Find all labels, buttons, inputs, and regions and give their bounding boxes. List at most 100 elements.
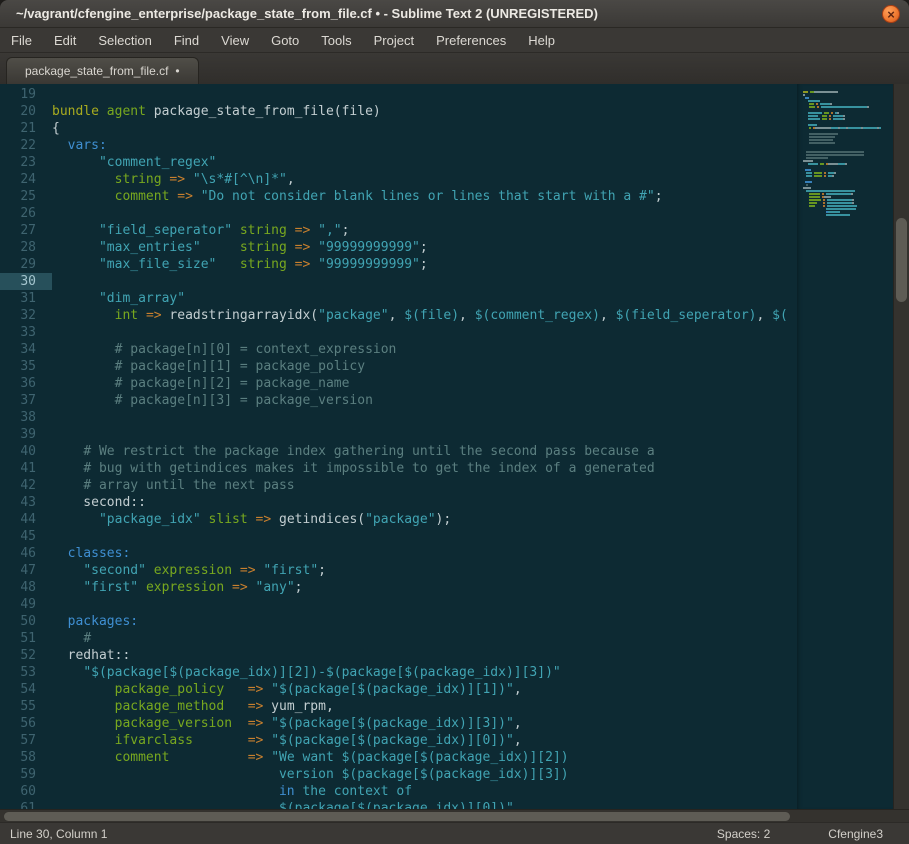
code-line-29[interactable]: 29 "max_file_size" string => "9999999999… <box>0 256 797 273</box>
code-line-54[interactable]: 54 package_policy => "$(package[$(packag… <box>0 681 797 698</box>
code-line-24[interactable]: 24 string => "\s*#[^\n]*", <box>0 171 797 188</box>
code-line-38[interactable]: 38 <box>0 409 797 426</box>
menu-selection[interactable]: Selection <box>87 28 162 52</box>
code-line-37[interactable]: 37 # package[n][3] = package_version <box>0 392 797 409</box>
tab-package-state-from-file[interactable]: package_state_from_file.cf • <box>6 57 199 84</box>
line-number: 56 <box>0 715 52 732</box>
line-number: 41 <box>0 460 52 477</box>
code-line-text: classes: <box>52 545 130 562</box>
code-line-30[interactable]: 30 <box>0 273 797 290</box>
code-line-48[interactable]: 48 "first" expression => "any"; <box>0 579 797 596</box>
code-line-19[interactable]: 19 <box>0 86 797 103</box>
menu-edit[interactable]: Edit <box>43 28 87 52</box>
menu-view[interactable]: View <box>210 28 260 52</box>
line-number: 35 <box>0 358 52 375</box>
code-line-text: # We restrict the package index gatherin… <box>52 443 655 460</box>
line-number: 47 <box>0 562 52 579</box>
syntax-mode[interactable]: Cfengine3 <box>828 827 883 841</box>
code-line-57[interactable]: 57 ifvarclass => "$(package[$(package_id… <box>0 732 797 749</box>
code-line-text: # package[n][3] = package_version <box>52 392 373 409</box>
code-view[interactable]: 1920bundle agent package_state_from_file… <box>0 84 797 809</box>
menu-file[interactable]: File <box>0 28 43 52</box>
code-line-40[interactable]: 40 # We restrict the package index gathe… <box>0 443 797 460</box>
line-number: 27 <box>0 222 52 239</box>
code-line-58[interactable]: 58 comment => "We want $(package[$(packa… <box>0 749 797 766</box>
minimap[interactable] <box>797 84 893 809</box>
menu-goto[interactable]: Goto <box>260 28 310 52</box>
line-number: 22 <box>0 137 52 154</box>
code-line-31[interactable]: 31 "dim_array" <box>0 290 797 307</box>
code-line-28[interactable]: 28 "max_entries" string => "99999999999"… <box>0 239 797 256</box>
code-line-42[interactable]: 42 # array until the next pass <box>0 477 797 494</box>
line-number: 46 <box>0 545 52 562</box>
code-line-text: "dim_array" <box>52 290 185 307</box>
code-line-50[interactable]: 50 packages: <box>0 613 797 630</box>
line-number: 38 <box>0 409 52 426</box>
code-line-55[interactable]: 55 package_method => yum_rpm, <box>0 698 797 715</box>
code-line-60[interactable]: 60 in the context of <box>0 783 797 800</box>
menu-help[interactable]: Help <box>517 28 566 52</box>
vertical-scrollbar-handle[interactable] <box>896 218 907 302</box>
code-line-text: $(package[$(package_idx)][0])" <box>52 800 514 809</box>
sublime-text-window: ~/vagrant/cfengine_enterprise/package_st… <box>0 0 909 844</box>
code-line-34[interactable]: 34 # package[n][0] = context_expression <box>0 341 797 358</box>
code-line-27[interactable]: 27 "field_seperator" string => ","; <box>0 222 797 239</box>
horizontal-scrollbar[interactable] <box>0 809 909 822</box>
code-line-43[interactable]: 43 second:: <box>0 494 797 511</box>
horizontal-scrollbar-handle[interactable] <box>4 812 790 821</box>
code-line-text: string => "\s*#[^\n]*", <box>52 171 295 188</box>
code-line-text: "field_seperator" string => ","; <box>52 222 349 239</box>
code-line-23[interactable]: 23 "comment_regex" <box>0 154 797 171</box>
code-line-text: package_version => "$(package[$(package_… <box>52 715 522 732</box>
code-line-text: # package[n][1] = package_policy <box>52 358 365 375</box>
code-line-26[interactable]: 26 <box>0 205 797 222</box>
line-number: 48 <box>0 579 52 596</box>
code-line-47[interactable]: 47 "second" expression => "first"; <box>0 562 797 579</box>
code-line-39[interactable]: 39 <box>0 426 797 443</box>
line-number: 21 <box>0 120 52 137</box>
code-line-49[interactable]: 49 <box>0 596 797 613</box>
menu-tools[interactable]: Tools <box>310 28 362 52</box>
menu-find[interactable]: Find <box>163 28 210 52</box>
tab-modified-dot: • <box>175 64 179 78</box>
code-line-text: package_policy => "$(package[$(package_i… <box>52 681 522 698</box>
code-line-59[interactable]: 59 version $(package[$(package_idx)][3]) <box>0 766 797 783</box>
code-line-25[interactable]: 25 comment => "Do not consider blank lin… <box>0 188 797 205</box>
menu-project[interactable]: Project <box>363 28 425 52</box>
line-number: 39 <box>0 426 52 443</box>
close-icon: × <box>887 8 895 21</box>
code-line-text: "$(package[$(package_idx)][2])-$(package… <box>52 664 561 681</box>
line-number: 33 <box>0 324 52 341</box>
editor-area[interactable]: 1920bundle agent package_state_from_file… <box>0 84 909 809</box>
code-line-45[interactable]: 45 <box>0 528 797 545</box>
code-line-53[interactable]: 53 "$(package[$(package_idx)][2])-$(pack… <box>0 664 797 681</box>
code-line-33[interactable]: 33 <box>0 324 797 341</box>
code-line-46[interactable]: 46 classes: <box>0 545 797 562</box>
code-line-41[interactable]: 41 # bug with getindices makes it imposs… <box>0 460 797 477</box>
code-line-51[interactable]: 51 # <box>0 630 797 647</box>
close-button[interactable]: × <box>882 5 900 23</box>
code-line-61[interactable]: 61 $(package[$(package_idx)][0])" <box>0 800 797 809</box>
menu-preferences[interactable]: Preferences <box>425 28 517 52</box>
code-line-52[interactable]: 52 redhat:: <box>0 647 797 664</box>
code-line-35[interactable]: 35 # package[n][1] = package_policy <box>0 358 797 375</box>
code-line-text: int => readstringarrayidx("package", $(f… <box>52 307 788 324</box>
window-title: ~/vagrant/cfengine_enterprise/package_st… <box>16 6 598 21</box>
indentation-setting[interactable]: Spaces: 2 <box>717 827 770 841</box>
line-number: 57 <box>0 732 52 749</box>
code-line-text: second:: <box>52 494 146 511</box>
code-line-21[interactable]: 21{ <box>0 120 797 137</box>
code-line-text: # <box>52 630 91 647</box>
code-line-22[interactable]: 22 vars: <box>0 137 797 154</box>
line-number: 23 <box>0 154 52 171</box>
titlebar[interactable]: ~/vagrant/cfengine_enterprise/package_st… <box>0 0 909 28</box>
code-line-44[interactable]: 44 "package_idx" slist => getindices("pa… <box>0 511 797 528</box>
line-number: 52 <box>0 647 52 664</box>
menu-bar: FileEditSelectionFindViewGotoToolsProjec… <box>0 28 909 53</box>
code-line-text: vars: <box>52 137 107 154</box>
code-line-56[interactable]: 56 package_version => "$(package[$(packa… <box>0 715 797 732</box>
code-line-32[interactable]: 32 int => readstringarrayidx("package", … <box>0 307 797 324</box>
code-line-36[interactable]: 36 # package[n][2] = package_name <box>0 375 797 392</box>
vertical-scrollbar[interactable] <box>893 84 909 809</box>
code-line-20[interactable]: 20bundle agent package_state_from_file(f… <box>0 103 797 120</box>
